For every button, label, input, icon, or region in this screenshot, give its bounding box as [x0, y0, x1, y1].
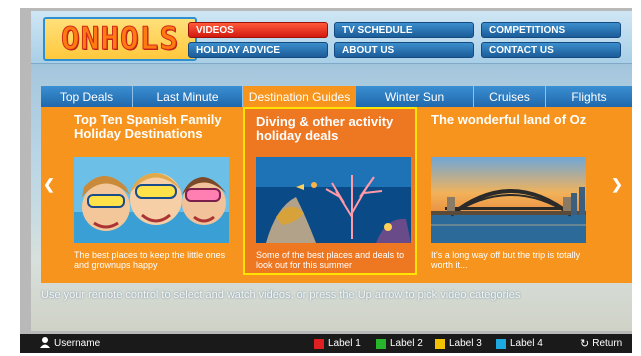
- return-label: Return: [592, 338, 623, 349]
- header: ONHOLS VIDEOS TV SCHEDULE COMPETITIONS H…: [31, 11, 632, 64]
- chevron-left-icon[interactable]: ❮: [41, 174, 57, 194]
- content-panel: ❮ Top Ten Spanish Family Holiday Destina…: [41, 107, 632, 283]
- children-snorkel-photo: [74, 157, 229, 243]
- chevron-right-icon[interactable]: ❯: [609, 174, 625, 194]
- red-key-label: Label 1: [328, 338, 361, 349]
- sydney-harbour-bridge-photo: [431, 157, 586, 243]
- blue-key-swatch: [496, 338, 506, 349]
- video-card[interactable]: The wonderful land of Oz It's a long way…: [431, 107, 605, 275]
- red-key-swatch: [314, 338, 324, 349]
- tab-top-deals[interactable]: Top Deals: [41, 86, 133, 107]
- blue-key-label: Label 4: [510, 338, 543, 349]
- card-description: Some of the best places and deals to loo…: [256, 250, 405, 270]
- nav-tv-schedule[interactable]: TV SCHEDULE: [334, 22, 474, 38]
- username-label: Username: [54, 338, 101, 349]
- video-card[interactable]: Top Ten Spanish Family Holiday Destinati…: [74, 107, 248, 275]
- card-title: The wonderful land of Oz: [431, 112, 587, 127]
- card-title: Diving & other activity holiday deals: [256, 114, 394, 143]
- green-key-swatch: [376, 338, 386, 349]
- remote-key-bar: Username Label 1 Label 2 Label 3 Label 4…: [20, 334, 632, 353]
- yellow-key-swatch: [435, 338, 445, 349]
- blue-key[interactable]: Label 4: [496, 334, 543, 353]
- yellow-key-label: Label 3: [449, 338, 482, 349]
- return-key[interactable]: ↻ Return: [580, 334, 622, 353]
- card-description: It's a long way off but the trip is tota…: [431, 250, 581, 270]
- card-description: The best places to keep the little ones …: [74, 250, 226, 270]
- instruction-text: Use your remote control to select and wa…: [41, 289, 521, 301]
- onhols-logo[interactable]: ONHOLS: [43, 17, 197, 61]
- coral-reef-photo: [256, 157, 411, 243]
- nav-videos[interactable]: VIDEOS: [188, 22, 328, 38]
- video-card-selected[interactable]: Diving & other activity holiday deals So…: [243, 107, 417, 275]
- nav-competitions[interactable]: COMPETITIONS: [481, 22, 621, 38]
- user-info: Username: [40, 334, 100, 353]
- green-key[interactable]: Label 2: [376, 334, 423, 353]
- category-tabs: Top Deals Last Minute Destination Guides…: [41, 86, 632, 107]
- tab-flights[interactable]: Flights: [546, 86, 632, 107]
- yellow-key[interactable]: Label 3: [435, 334, 482, 353]
- return-icon: ↻: [580, 338, 590, 350]
- tab-cruises[interactable]: Cruises: [474, 86, 546, 107]
- nav-holiday-advice[interactable]: HOLIDAY ADVICE: [188, 42, 328, 58]
- nav-about-us[interactable]: ABOUT US: [334, 42, 474, 58]
- user-icon: [40, 336, 50, 351]
- tab-destination-guides[interactable]: Destination Guides: [243, 86, 356, 107]
- tv-screen: ONHOLS VIDEOS TV SCHEDULE COMPETITIONS H…: [31, 11, 632, 331]
- nav-contact-us[interactable]: CONTACT US: [481, 42, 621, 58]
- card-title: Top Ten Spanish Family Holiday Destinati…: [74, 112, 222, 141]
- green-key-label: Label 2: [390, 338, 423, 349]
- red-key[interactable]: Label 1: [314, 334, 361, 353]
- logo-text: ONHOLS: [61, 21, 179, 58]
- tab-winter-sun[interactable]: Winter Sun: [356, 86, 474, 107]
- tab-last-minute[interactable]: Last Minute: [133, 86, 243, 107]
